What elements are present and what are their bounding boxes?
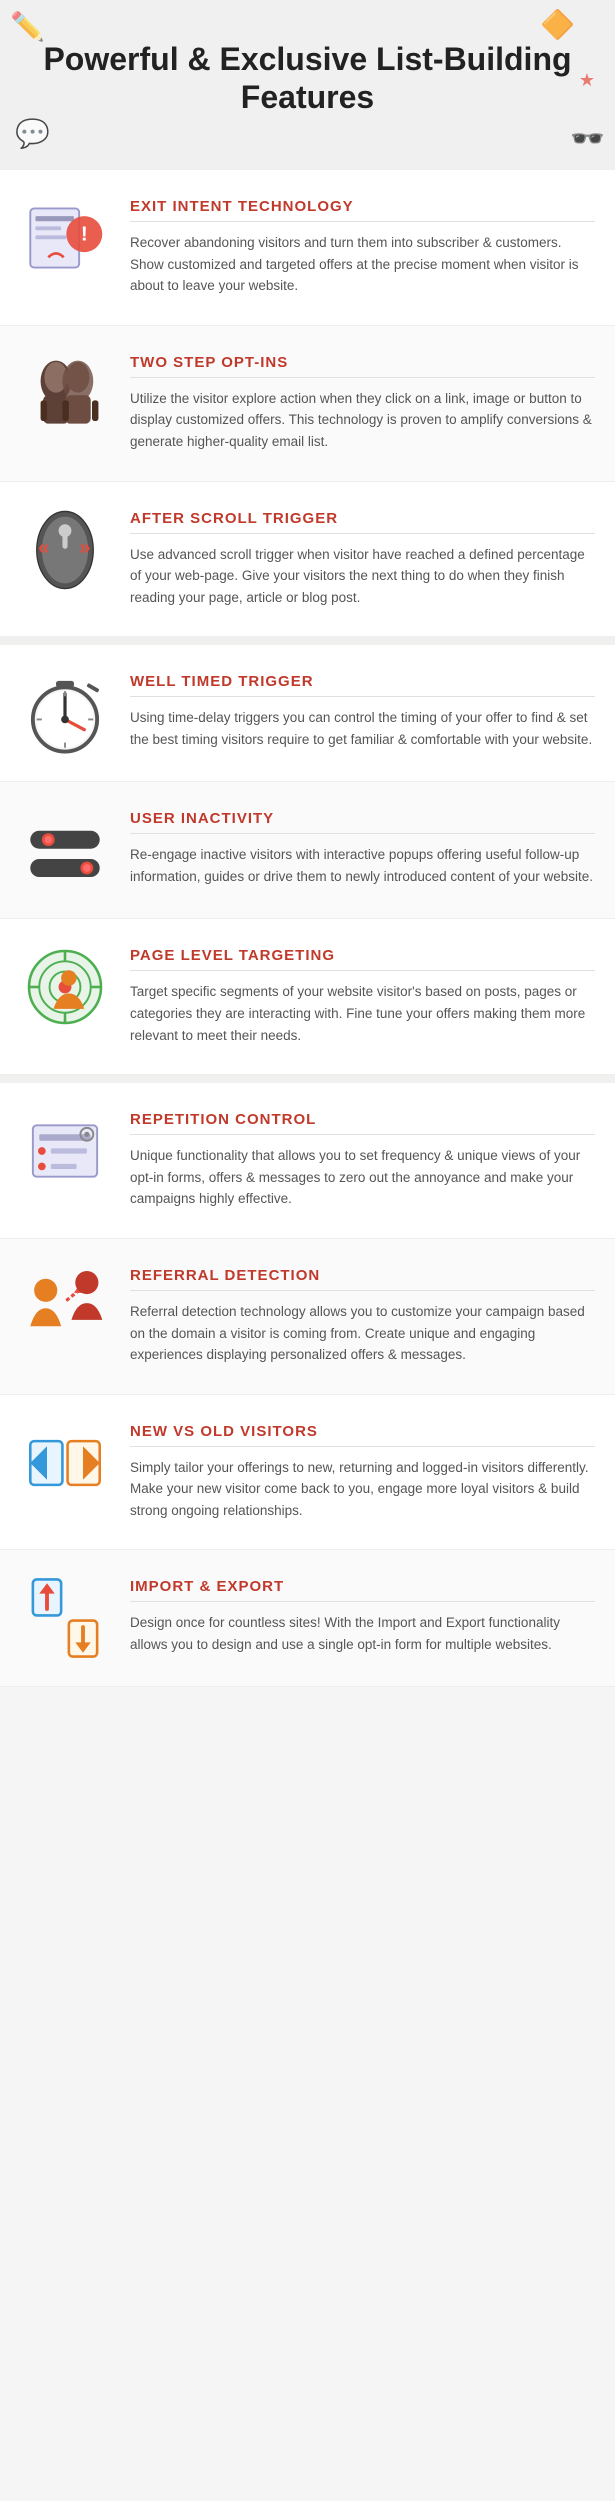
deco-glasses-icon: 🕶️ xyxy=(570,122,605,155)
inactivity-icon xyxy=(20,810,110,890)
feature-desc-user-inactivity: Re-engage inactive visitors with interac… xyxy=(130,844,595,887)
feature-title-two-step: Two Step Opt-ins xyxy=(130,354,595,378)
feature-row-well-timed: WELL TIMED TRIGGER Using time-delay trigg… xyxy=(0,645,615,782)
section-divider xyxy=(0,637,615,645)
visitors-icon xyxy=(20,1423,110,1503)
section-divider xyxy=(0,1075,615,1083)
feature-desc-referral: Referral detection technology allows you… xyxy=(130,1301,595,1366)
header-section: ✏️ 🔶 💬 🕶️ ★ Powerful & Exclusive List-Bu… xyxy=(0,0,615,170)
feature-desc-new-old: Simply tailor your offerings to new, ret… xyxy=(130,1457,595,1522)
deco-arrow-icon: 🔶 xyxy=(540,8,575,41)
feature-row-page-targeting: PAGE LEVEL TARGETING Target specific segm… xyxy=(0,919,615,1075)
svg-text:«: « xyxy=(38,535,49,558)
feature-row-after-scroll: « » After Scroll Trigger Use advanced scr… xyxy=(0,482,615,638)
two-step-icon xyxy=(20,354,110,434)
feature-desc-two-step: Utilize the visitor explore action when … xyxy=(130,388,595,453)
feature-title-well-timed: WELL TIMED TRIGGER xyxy=(130,673,595,697)
deco-pencil-icon: ✏️ xyxy=(10,10,45,43)
feature-desc-repetition: Unique functionality that allows you to … xyxy=(130,1145,595,1210)
feature-content-page-targeting: PAGE LEVEL TARGETING Target specific segm… xyxy=(130,947,595,1046)
feature-title-exit-intent: Exit Intent Technology xyxy=(130,198,595,222)
feature-content-user-inactivity: USER INACTIVITY Re-engage inactive visito… xyxy=(130,810,595,887)
feature-content-referral: REFERRAL DETECTION Referral detection tec… xyxy=(130,1267,595,1366)
deco-star-icon: ★ xyxy=(579,70,595,91)
feature-title-referral: REFERRAL DETECTION xyxy=(130,1267,595,1291)
feature-title-page-targeting: PAGE LEVEL TARGETING xyxy=(130,947,595,971)
feature-row-repetition: REPETITION CONTROL Unique functionality t… xyxy=(0,1083,615,1239)
feature-row-two-step: Two Step Opt-ins Utilize the visitor expl… xyxy=(0,326,615,482)
feature-title-repetition: REPETITION CONTROL xyxy=(130,1111,595,1135)
feature-content-repetition: REPETITION CONTROL Unique functionality t… xyxy=(130,1111,595,1210)
features-container: ! Exit Intent Technology Recover abandoni… xyxy=(0,170,615,1687)
feature-row-referral: REFERRAL DETECTION Referral detection tec… xyxy=(0,1239,615,1395)
svg-text:!: ! xyxy=(81,223,88,246)
feature-content-exit-intent: Exit Intent Technology Recover abandoning… xyxy=(130,198,595,297)
feature-content-after-scroll: After Scroll Trigger Use advanced scroll … xyxy=(130,510,595,609)
feature-row-import-export: IMPORT & EXPORT Design once for countless… xyxy=(0,1550,615,1687)
feature-content-new-old: NEW VS OLD VISITORS Simply tailor your of… xyxy=(130,1423,595,1522)
import-export-icon xyxy=(20,1578,110,1658)
feature-title-new-old: NEW VS OLD VISITORS xyxy=(130,1423,595,1447)
feature-desc-exit-intent: Recover abandoning visitors and turn the… xyxy=(130,232,595,297)
feature-row-exit-intent: ! Exit Intent Technology Recover abandoni… xyxy=(0,170,615,326)
feature-row-user-inactivity: USER INACTIVITY Re-engage inactive visito… xyxy=(0,782,615,919)
feature-desc-well-timed: Using time-delay triggers you can contro… xyxy=(130,707,595,750)
targeting-icon xyxy=(20,947,110,1027)
repetition-icon xyxy=(20,1111,110,1191)
feature-content-import-export: IMPORT & EXPORT Design once for countless… xyxy=(130,1578,595,1655)
scroll-icon: « » xyxy=(20,510,110,590)
deco-chat-icon: 💬 xyxy=(15,117,50,150)
feature-title-import-export: IMPORT & EXPORT xyxy=(130,1578,595,1602)
timer-icon xyxy=(20,673,110,753)
svg-text:»: » xyxy=(79,535,90,558)
feature-title-user-inactivity: USER INACTIVITY xyxy=(130,810,595,834)
feature-content-well-timed: WELL TIMED TRIGGER Using time-delay trigg… xyxy=(130,673,595,750)
feature-desc-after-scroll: Use advanced scroll trigger when visitor… xyxy=(130,544,595,609)
referral-icon xyxy=(20,1267,110,1347)
feature-content-two-step: Two Step Opt-ins Utilize the visitor expl… xyxy=(130,354,595,453)
feature-row-new-old: NEW VS OLD VISITORS Simply tailor your of… xyxy=(0,1395,615,1551)
page-title: Powerful & Exclusive List-Building Featu… xyxy=(20,40,595,117)
feature-desc-page-targeting: Target specific segments of your website… xyxy=(130,981,595,1046)
feature-desc-import-export: Design once for countless sites! With th… xyxy=(130,1612,595,1655)
exit-intent-icon: ! xyxy=(20,198,110,278)
feature-title-after-scroll: After Scroll Trigger xyxy=(130,510,595,534)
